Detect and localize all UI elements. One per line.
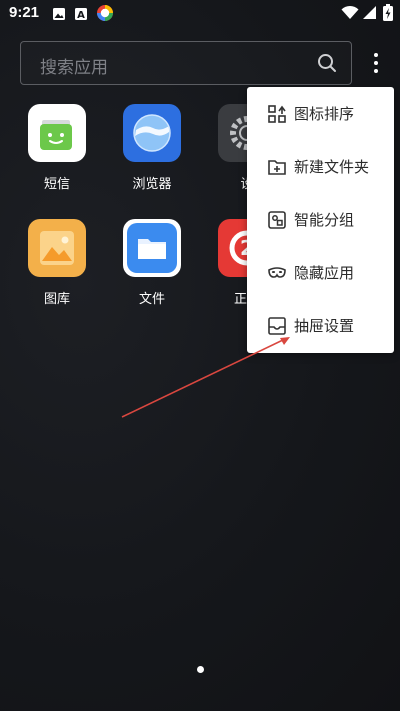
page-indicator-dot[interactable] [197,666,204,673]
annotation-arrow [121,337,290,418]
